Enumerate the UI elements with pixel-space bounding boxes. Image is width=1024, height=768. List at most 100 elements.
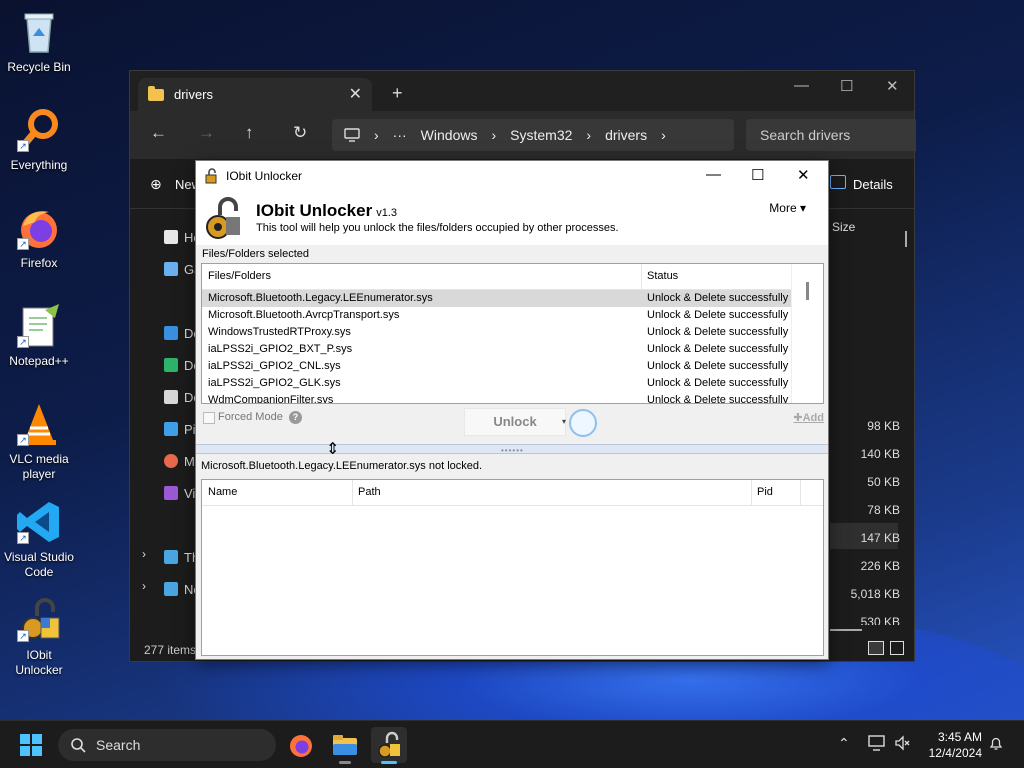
details-button[interactable]: Details	[853, 177, 893, 192]
new-tab-icon[interactable]: +	[392, 83, 403, 104]
chevron-up-icon[interactable]: ⌃	[838, 735, 850, 752]
refresh-icon[interactable]: ↻	[293, 123, 307, 143]
taskbar-firefox[interactable]	[283, 727, 319, 763]
column-header-size[interactable]: Size	[832, 220, 855, 234]
forced-mode-label: Forced Mode	[218, 411, 283, 423]
unlock-button[interactable]: Unlock	[464, 408, 566, 436]
shortcut-arrow-icon: ↗	[17, 336, 29, 348]
column-separator[interactable]	[641, 264, 642, 290]
file-status-cell: Unlock & Delete successfully	[647, 360, 789, 372]
grip-icon: ••••••	[501, 446, 524, 455]
more-label: More	[769, 201, 797, 215]
table-row[interactable]: WdmCompanionFilter.sys Unlock & Delete su…	[202, 392, 823, 404]
forced-mode-checkbox[interactable]	[203, 412, 215, 424]
iobit-unlocker-window: IObit Unlocker — ☐ ✕ IObit Unlocker v1.3 …	[195, 160, 829, 660]
file-name-cell: iaLPSS2i_GPIO2_GLK.sys	[208, 377, 341, 389]
clock-date: 12/4/2024	[928, 746, 982, 760]
table-row[interactable]: iaLPSS2i_GPIO2_CNL.sys Unlock & Delete su…	[202, 358, 823, 375]
new-button[interactable]: New	[175, 177, 195, 192]
minimize-icon[interactable]: —	[794, 77, 809, 94]
windows-logo-icon	[20, 734, 30, 744]
maximize-icon[interactable]: ☐	[840, 77, 853, 95]
explorer-tab-drivers[interactable]: drivers ✕	[138, 78, 372, 111]
expand-chevron-icon[interactable]: ›	[142, 547, 146, 561]
details-pane-icon	[830, 175, 846, 189]
forward-arrow-icon[interactable]: →	[198, 123, 215, 143]
desktop-icon-recycle-bin[interactable]: Recycle Bin	[2, 8, 76, 75]
column-header-files[interactable]: Files/Folders	[208, 270, 271, 282]
column-header-status[interactable]: Status	[647, 270, 678, 282]
file-size-cell: 78 KB	[867, 503, 900, 517]
file-size-cell: 140 KB	[860, 447, 900, 461]
expand-chevron-icon[interactable]: ›	[142, 579, 146, 593]
unlock-controls: Forced Mode ? Unlock ▾ ✚Add	[196, 404, 828, 444]
help-icon[interactable]: ?	[289, 411, 302, 424]
running-indicator	[339, 761, 351, 764]
desktop-icon-vscode[interactable]: ↗ Visual Studio Code	[2, 498, 76, 580]
taskbar-file-explorer[interactable]	[327, 727, 363, 764]
explorer-tab-label: drivers	[174, 87, 214, 102]
tiles-view-icon[interactable]	[890, 641, 904, 655]
taskbar-clock[interactable]: 3:45 AM 12/4/2024	[918, 729, 982, 761]
process-table: Name Path Pid	[201, 479, 824, 656]
minimize-icon[interactable]: —	[706, 166, 721, 183]
app-version: v1.3	[376, 207, 397, 219]
file-size-cell: 5,018 KB	[850, 587, 900, 601]
breadcrumb-ellipsis[interactable]: ···	[393, 127, 407, 143]
volume-muted-icon[interactable]	[894, 735, 910, 751]
file-status-cell: Unlock & Delete successfully	[647, 377, 789, 389]
add-button[interactable]: ✚Add	[793, 411, 824, 424]
horizontal-scrollbar-thumb[interactable]	[830, 629, 862, 631]
firefox-icon: ↗	[15, 204, 63, 252]
file-name-cell: iaLPSS2i_GPIO2_BXT_P.sys	[208, 343, 353, 355]
column-separator[interactable]	[751, 480, 752, 506]
files-table: Files/Folders Status Microsoft.Bluetooth…	[201, 263, 824, 404]
search-placeholder: Search drivers	[760, 127, 851, 143]
table-row[interactable]: WindowsTrustedRTProxy.sys Unlock & Delete…	[202, 324, 823, 341]
column-header-path[interactable]: Path	[358, 486, 381, 498]
maximize-icon[interactable]: ☐	[751, 166, 764, 184]
file-name-cell: iaLPSS2i_GPIO2_CNL.sys	[208, 360, 341, 372]
file-status-cell: Unlock & Delete successfully	[647, 309, 789, 321]
desktop-icon-firefox[interactable]: ↗ Firefox	[2, 204, 76, 271]
network-icon[interactable]	[868, 735, 886, 751]
desktop-icon-iobit-unlocker[interactable]: ↗ IObit Unlocker	[2, 596, 76, 678]
desktop-icon-notepadpp[interactable]: ↗ Notepad++	[2, 302, 76, 369]
column-header-pid[interactable]: Pid	[757, 486, 773, 498]
music-icon	[164, 454, 178, 468]
breadcrumb-windows[interactable]: Windows	[421, 127, 478, 143]
files-table-scrollbar[interactable]	[791, 264, 823, 403]
details-view-icon[interactable]	[868, 641, 884, 655]
firefox-icon	[290, 735, 312, 757]
file-name-cell: WdmCompanionFilter.sys	[208, 394, 334, 404]
close-window-icon[interactable]: ✕	[797, 166, 810, 184]
column-separator[interactable]	[800, 480, 801, 506]
notification-bell-icon[interactable]	[988, 735, 1004, 751]
start-button[interactable]	[20, 734, 42, 756]
column-header-name[interactable]: Name	[208, 486, 237, 498]
close-tab-icon[interactable]: ✕	[349, 84, 362, 104]
desktop-icon-vlc[interactable]: ↗ VLC media player	[2, 400, 76, 482]
desktop-icon-everything[interactable]: ↗ Everything	[2, 106, 76, 173]
explorer-search-input[interactable]: Search drivers	[746, 119, 916, 151]
close-window-icon[interactable]: ✕	[886, 77, 899, 95]
taskbar-search[interactable]: Search	[58, 729, 276, 761]
table-row[interactable]: iaLPSS2i_GPIO2_BXT_P.sys Unlock & Delete …	[202, 341, 823, 358]
scrollbar-thumb[interactable]	[806, 282, 809, 300]
file-name-cell: Microsoft.Bluetooth.AvrcpTransport.sys	[208, 309, 400, 321]
panel-splitter[interactable]: ••••••	[196, 444, 828, 455]
taskbar-iobit-unlocker[interactable]	[371, 727, 407, 764]
table-row[interactable]: Microsoft.Bluetooth.Legacy.LEEnumerator.…	[202, 290, 791, 307]
explorer-nav-bar: ← → ↑ ↻ › ··· Windows › System32 › drive…	[130, 111, 916, 159]
breadcrumb-system32[interactable]: System32	[510, 127, 572, 143]
scrollbar-thumb[interactable]	[905, 231, 907, 247]
table-row[interactable]: Microsoft.Bluetooth.AvrcpTransport.sys Un…	[202, 307, 823, 324]
breadcrumb-drivers[interactable]: drivers	[605, 127, 647, 143]
address-bar[interactable]: › ··· Windows › System32 › drivers ›	[332, 119, 734, 151]
up-arrow-icon[interactable]: ↑	[245, 123, 254, 143]
table-row[interactable]: iaLPSS2i_GPIO2_GLK.sys Unlock & Delete su…	[202, 375, 823, 392]
more-menu-button[interactable]: More ▾	[769, 201, 806, 215]
column-separator[interactable]	[352, 480, 353, 506]
back-arrow-icon[interactable]: ←	[150, 123, 167, 143]
files-section-label: Files/Folders selected	[202, 248, 309, 260]
